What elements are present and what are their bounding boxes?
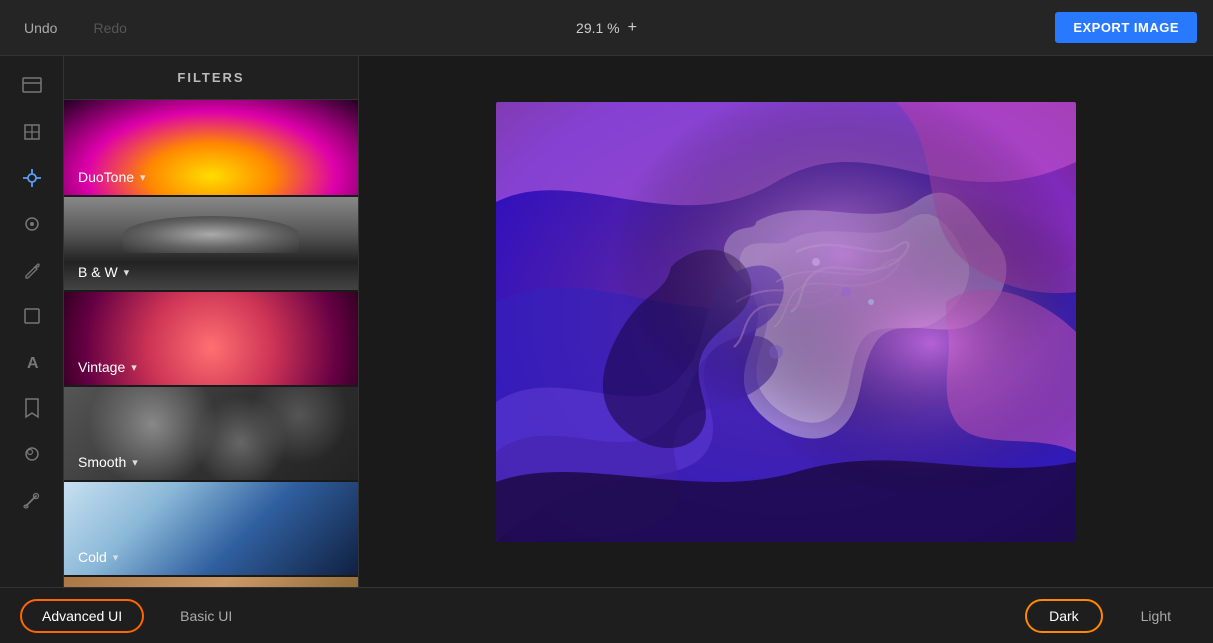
circle-dots-icon[interactable] — [12, 204, 52, 244]
vintage-chevron-icon: ▾ — [131, 361, 137, 374]
basic-ui-button[interactable]: Basic UI — [160, 601, 252, 631]
icon-sidebar: A — [0, 56, 64, 587]
image-canvas — [496, 102, 1076, 542]
cold-chevron-icon: ▾ — [113, 551, 119, 564]
dropper-icon[interactable] — [12, 250, 52, 290]
undo-button[interactable]: Undo — [16, 16, 65, 40]
bw-chevron-icon: ▾ — [124, 266, 130, 279]
svg-text:A: A — [27, 355, 39, 372]
bottom-bar: Advanced UI Basic UI Dark Light — [0, 587, 1213, 643]
filters-panel: FILTERS DuoTone ▾ B & W ▾ — [64, 56, 359, 587]
light-theme-button[interactable]: Light — [1119, 601, 1193, 631]
filter-smooth[interactable]: Smooth ▾ — [64, 385, 358, 480]
advanced-ui-button[interactable]: Advanced UI — [20, 599, 144, 633]
filter-vintage[interactable]: Vintage ▾ — [64, 290, 358, 385]
top-bar-center: 29.1 % + — [576, 19, 637, 37]
brush-icon[interactable] — [12, 480, 52, 520]
zoom-level: 29.1 % — [576, 20, 620, 36]
smooth-chevron-icon: ▾ — [132, 456, 138, 469]
filter-duotone-label: DuoTone ▾ — [78, 169, 146, 185]
bottom-left: Advanced UI Basic UI — [20, 599, 252, 633]
filters-title: FILTERS — [64, 56, 358, 100]
filter-extra[interactable] — [64, 575, 358, 587]
square-icon[interactable] — [12, 296, 52, 336]
bookmark-icon[interactable] — [12, 388, 52, 428]
text-icon[interactable]: A — [12, 342, 52, 382]
filter-smooth-label: Smooth ▾ — [78, 454, 138, 470]
zoom-plus-button[interactable]: + — [628, 19, 637, 37]
duotone-chevron-icon: ▾ — [140, 171, 146, 184]
filter-cold-label: Cold ▾ — [78, 549, 118, 565]
adjustments-icon[interactable] — [12, 158, 52, 198]
main-content: A FILTERS — [0, 56, 1213, 587]
canvas-area — [359, 56, 1213, 587]
redo-button[interactable]: Redo — [85, 16, 134, 40]
filters-list: DuoTone ▾ B & W ▾ Vintage ▾ — [64, 100, 358, 587]
filter-vintage-label: Vintage ▾ — [78, 359, 137, 375]
filter-cold[interactable]: Cold ▾ — [64, 480, 358, 575]
crop-icon[interactable] — [12, 112, 52, 152]
top-bar-left: Undo Redo — [16, 16, 1055, 40]
bottom-right: Dark Light — [1025, 599, 1193, 633]
dark-theme-button[interactable]: Dark — [1025, 599, 1103, 633]
top-bar: Undo Redo 29.1 % + EXPORT IMAGE — [0, 0, 1213, 56]
filter-bw-label: B & W ▾ — [78, 264, 129, 280]
fluid-art-svg — [496, 102, 1076, 542]
smudge-icon[interactable] — [12, 434, 52, 474]
filter-bw[interactable]: B & W ▾ — [64, 195, 358, 290]
layers-icon[interactable] — [12, 66, 52, 106]
export-image-button[interactable]: EXPORT IMAGE — [1055, 12, 1197, 43]
filter-duotone[interactable]: DuoTone ▾ — [64, 100, 358, 195]
top-bar-right: EXPORT IMAGE — [1055, 12, 1197, 43]
